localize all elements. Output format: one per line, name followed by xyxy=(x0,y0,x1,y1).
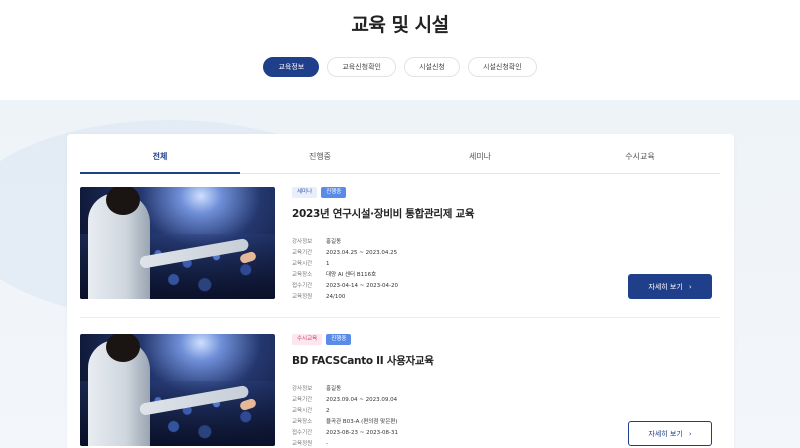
course-thumbnail[interactable] xyxy=(80,187,275,299)
education-list-card: 전체 진행중 세미나 수시교육 세미나 진행중 2023년 연구시설·장비비 통… xyxy=(67,134,734,448)
chevron-right-icon: › xyxy=(688,282,692,291)
tab-all[interactable]: 전체 xyxy=(80,146,240,174)
detail-button-label: 자세히 보기 xyxy=(648,429,683,438)
course-title[interactable]: BD FACSCanto II 사용자교육 xyxy=(292,353,712,368)
chevron-right-icon: › xyxy=(688,429,692,438)
list-item: 세미나 진행중 2023년 연구시설·장비비 통합관리제 교육 강사정보 홍길동 … xyxy=(80,187,720,305)
tab-always[interactable]: 수시교육 xyxy=(560,146,720,173)
meta-key: 교육시간 xyxy=(292,260,313,267)
category-badge: 세미나 xyxy=(292,187,318,198)
meta-value: 2 xyxy=(326,407,330,414)
category-badge: 수시교육 xyxy=(292,334,323,345)
tab-ongoing[interactable]: 진행중 xyxy=(240,146,400,173)
divider xyxy=(80,317,720,318)
page-title: 교육 및 시설 xyxy=(351,14,449,36)
course-thumbnail[interactable] xyxy=(80,334,275,446)
meta-key: 교육장소 xyxy=(292,418,313,425)
speaker-graphic xyxy=(88,187,150,299)
detail-button-label: 자세히 보기 xyxy=(648,282,683,291)
meta-value: 홍길동 xyxy=(326,386,342,392)
meta-value: 홍길동 xyxy=(326,239,342,245)
meta-value: 2023.09.04 ~ 2023.09.04 xyxy=(326,396,398,403)
meta-key: 교육기간 xyxy=(292,396,313,403)
speaker-head xyxy=(106,334,140,362)
pill-facility-apply-check[interactable]: 시설신청확인 xyxy=(468,57,537,77)
category-tabs: 전체 진행중 세미나 수시교육 xyxy=(80,146,720,174)
course-title[interactable]: 2023년 연구시설·장비비 통합관리제 교육 xyxy=(292,206,712,221)
meta-key: 교육시간 xyxy=(292,407,313,414)
course-info: 수시교육 진행중 BD FACSCanto II 사용자교육 강사정보 홍길동 교… xyxy=(292,334,712,448)
pill-edu-info[interactable]: 교육정보 xyxy=(263,57,320,77)
badge-group: 수시교육 진행중 xyxy=(292,334,712,345)
pill-edu-apply-check[interactable]: 교육신청확인 xyxy=(327,57,396,77)
status-badge: 진행중 xyxy=(326,334,352,345)
meta-key: 교육장소 xyxy=(292,271,313,278)
page-header: 교육 및 시설 교육정보 교육신청확인 시설신청 시설신청확인 xyxy=(0,0,800,100)
speaker-graphic xyxy=(88,334,150,446)
meta-value: 2023.04.25 ~ 2023.04.25 xyxy=(326,249,398,256)
status-badge: 진행중 xyxy=(321,187,347,198)
meta-key: 교육정원 xyxy=(292,293,313,300)
list-item: 수시교육 진행중 BD FACSCanto II 사용자교육 강사정보 홍길동 교… xyxy=(80,334,720,448)
badge-group: 세미나 진행중 xyxy=(292,187,712,198)
detail-button[interactable]: 자세히 보기 › xyxy=(628,274,712,299)
meta-key: 접수기간 xyxy=(292,429,313,436)
detail-button[interactable]: 자세히 보기 › xyxy=(628,421,712,446)
meta-value: 1 xyxy=(326,260,330,267)
pill-facility-apply[interactable]: 시설신청 xyxy=(404,57,460,77)
meta-key: 강사정보 xyxy=(292,386,313,392)
sub-nav: 교육정보 교육신청확인 시설신청 시설신청확인 xyxy=(0,57,800,77)
meta-key: 접수기간 xyxy=(292,282,313,289)
course-info: 세미나 진행중 2023년 연구시설·장비비 통합관리제 교육 강사정보 홍길동 … xyxy=(292,187,712,305)
meta-key: 강사정보 xyxy=(292,239,313,245)
tab-seminar[interactable]: 세미나 xyxy=(400,146,560,173)
meta-key: 교육기간 xyxy=(292,249,313,256)
speaker-head xyxy=(106,187,140,215)
meta-key: 교육정원 xyxy=(292,440,313,447)
